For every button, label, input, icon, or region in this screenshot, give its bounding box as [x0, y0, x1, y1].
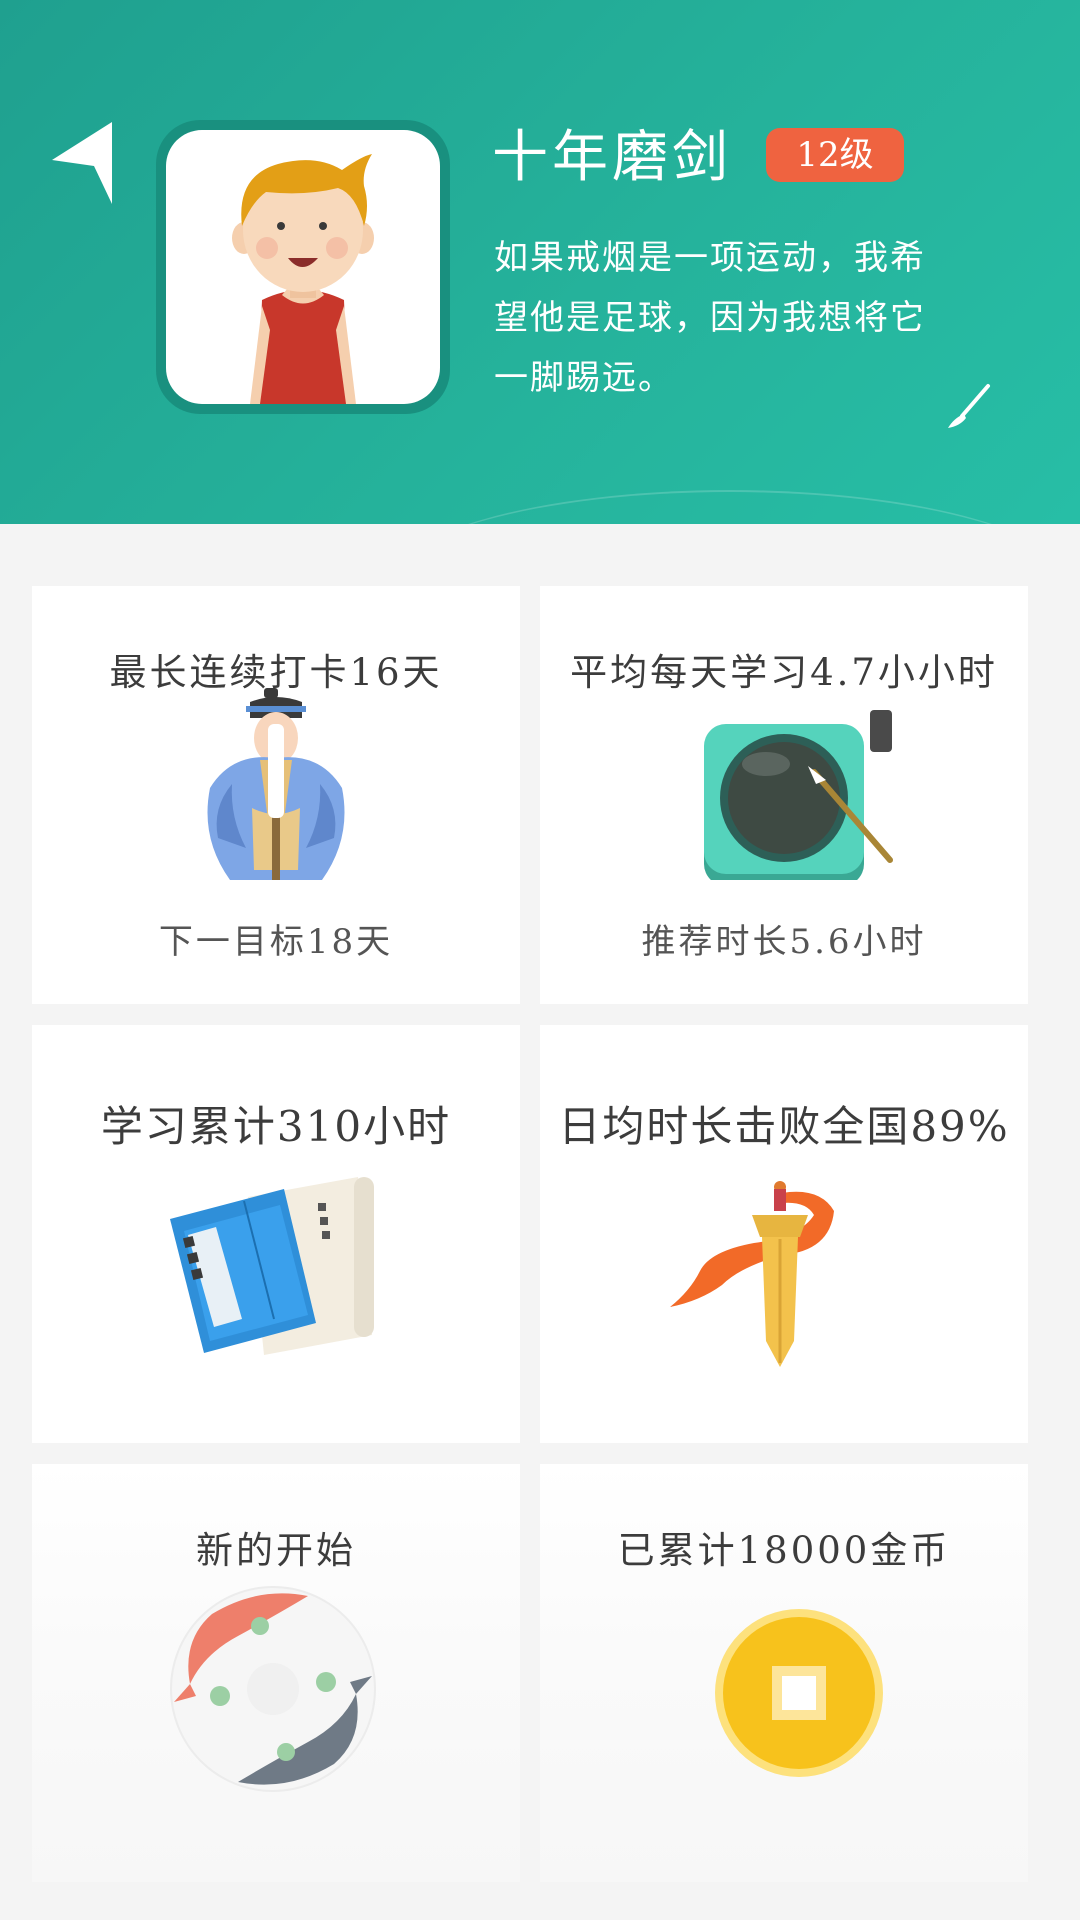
- boy-avatar-icon: [232, 154, 374, 404]
- gold-coin-icon: [715, 1609, 883, 1777]
- sword-icon: [670, 1181, 834, 1367]
- edit-motto-button[interactable]: [944, 382, 994, 432]
- card-subtitle: 推荐时长5.6小时: [641, 922, 927, 962]
- card-title: 平均每天学习4.7小小时: [570, 651, 998, 694]
- card-title: 学习累计310小时: [100, 1102, 452, 1151]
- motto-line: 一脚踢远。: [494, 358, 674, 398]
- scholar-icon: [207, 688, 345, 880]
- level-badge: 12级: [766, 128, 904, 182]
- stat-card-coins[interactable]: 已累计18000金币: [540, 1464, 1028, 1882]
- stat-card-ranking[interactable]: 日均时长击败全国89%: [540, 1025, 1028, 1443]
- back-arrow-icon: [52, 122, 112, 204]
- username: 十年磨剑: [492, 125, 732, 190]
- inkstone-icon: [704, 710, 893, 880]
- avatar-image: [166, 130, 440, 404]
- card-title: 已累计18000金币: [617, 1529, 951, 1572]
- brush-icon: [948, 384, 990, 428]
- card-subtitle: 下一目标18天: [158, 922, 394, 962]
- avatar[interactable]: [156, 120, 450, 414]
- stat-card-new-beginning[interactable]: 新的开始: [32, 1464, 520, 1882]
- card-title: 新的开始: [196, 1529, 356, 1572]
- card-title: 日均时长击败全国89%: [558, 1102, 1010, 1151]
- stat-card-total-hours[interactable]: 学习累计310小时: [32, 1025, 520, 1443]
- motto: 如果戒烟是一项运动，我希 望他是足球，因为我想将它 一脚踢远。: [494, 228, 974, 408]
- stat-card-daily-average[interactable]: 平均每天学习4.7小小时 推荐时长5.6小时: [540, 586, 1028, 1004]
- back-button[interactable]: [40, 112, 130, 212]
- book-scroll-icon: [170, 1177, 374, 1355]
- stat-card-streak[interactable]: 最长连续打卡16天 下一目标18天: [32, 586, 520, 1004]
- profile-header: 十年磨剑 12级 如果戒烟是一项运动，我希 望他是足球，因为我想将它 一脚踢远。: [0, 0, 1080, 524]
- motto-line: 望他是足球，因为我想将它: [494, 298, 926, 338]
- motto-line: 如果戒烟是一项运动，我希: [494, 238, 926, 278]
- koi-fish-icon: [170, 1586, 376, 1792]
